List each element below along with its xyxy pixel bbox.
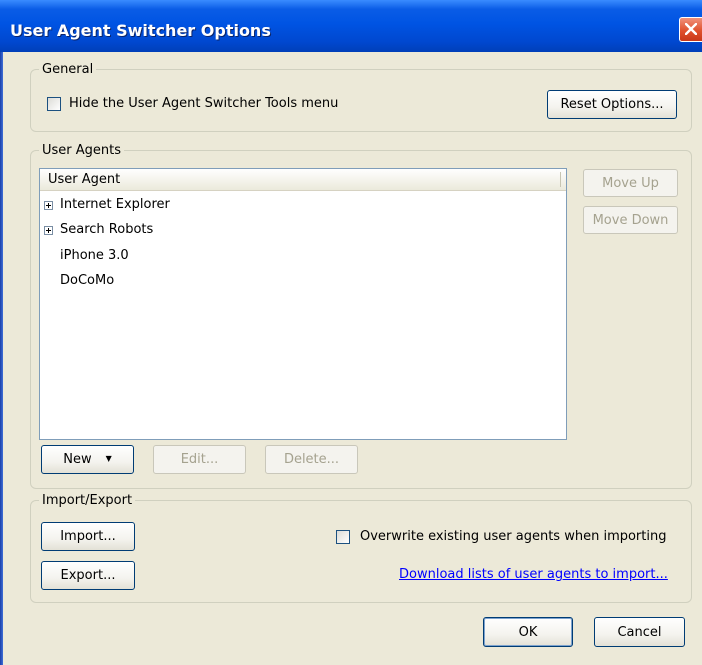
list-item-iphone[interactable]: iPhone 3.0 bbox=[40, 244, 566, 268]
list-item-label: iPhone 3.0 bbox=[60, 248, 129, 263]
user-agent-list[interactable]: User Agent Internet Explorer Search Robo… bbox=[39, 168, 567, 440]
window-left-border bbox=[0, 52, 3, 665]
cancel-button[interactable]: Cancel bbox=[594, 617, 685, 647]
hide-menu-checkbox[interactable] bbox=[47, 97, 61, 111]
move-down-button[interactable]: Move Down bbox=[583, 206, 678, 234]
close-button[interactable] bbox=[679, 17, 702, 42]
list-item-search-robots[interactable]: Search Robots bbox=[40, 218, 566, 242]
download-lists-link[interactable]: Download lists of user agents to import.… bbox=[399, 567, 668, 582]
edit-button[interactable]: Edit... bbox=[153, 445, 246, 474]
list-item-docomo[interactable]: DoCoMo bbox=[40, 269, 566, 293]
reset-options-button[interactable]: Reset Options... bbox=[547, 90, 677, 119]
new-button-label: New bbox=[63, 452, 92, 467]
general-legend: General bbox=[42, 62, 94, 77]
plus-expander-icon[interactable] bbox=[44, 226, 53, 235]
import-export-legend: Import/Export bbox=[42, 493, 133, 508]
hide-menu-label: Hide the User Agent Switcher Tools menu bbox=[69, 96, 339, 111]
overwrite-checkbox[interactable] bbox=[336, 530, 350, 544]
list-item-internet-explorer[interactable]: Internet Explorer bbox=[40, 193, 566, 217]
import-button[interactable]: Import... bbox=[41, 522, 135, 551]
delete-button[interactable]: Delete... bbox=[265, 445, 358, 474]
list-item-label: Search Robots bbox=[60, 222, 154, 237]
title-bar: User Agent Switcher Options bbox=[0, 0, 702, 52]
window-title: User Agent Switcher Options bbox=[10, 21, 271, 40]
ok-button[interactable]: OK bbox=[483, 617, 573, 647]
dropdown-arrow-icon: ▼ bbox=[105, 454, 112, 463]
new-button[interactable]: New ▼ bbox=[41, 445, 134, 474]
header-separator bbox=[560, 172, 561, 187]
export-button[interactable]: Export... bbox=[41, 561, 135, 590]
user-agents-legend: User Agents bbox=[42, 143, 122, 158]
list-column-header[interactable]: User Agent bbox=[40, 169, 566, 191]
list-item-label: Internet Explorer bbox=[60, 197, 170, 212]
list-item-label: DoCoMo bbox=[60, 273, 115, 288]
overwrite-label: Overwrite existing user agents when impo… bbox=[360, 529, 667, 544]
plus-expander-icon[interactable] bbox=[44, 201, 53, 210]
close-icon bbox=[685, 23, 697, 35]
column-header-user-agent: User Agent bbox=[48, 172, 121, 187]
move-up-button[interactable]: Move Up bbox=[583, 169, 678, 197]
